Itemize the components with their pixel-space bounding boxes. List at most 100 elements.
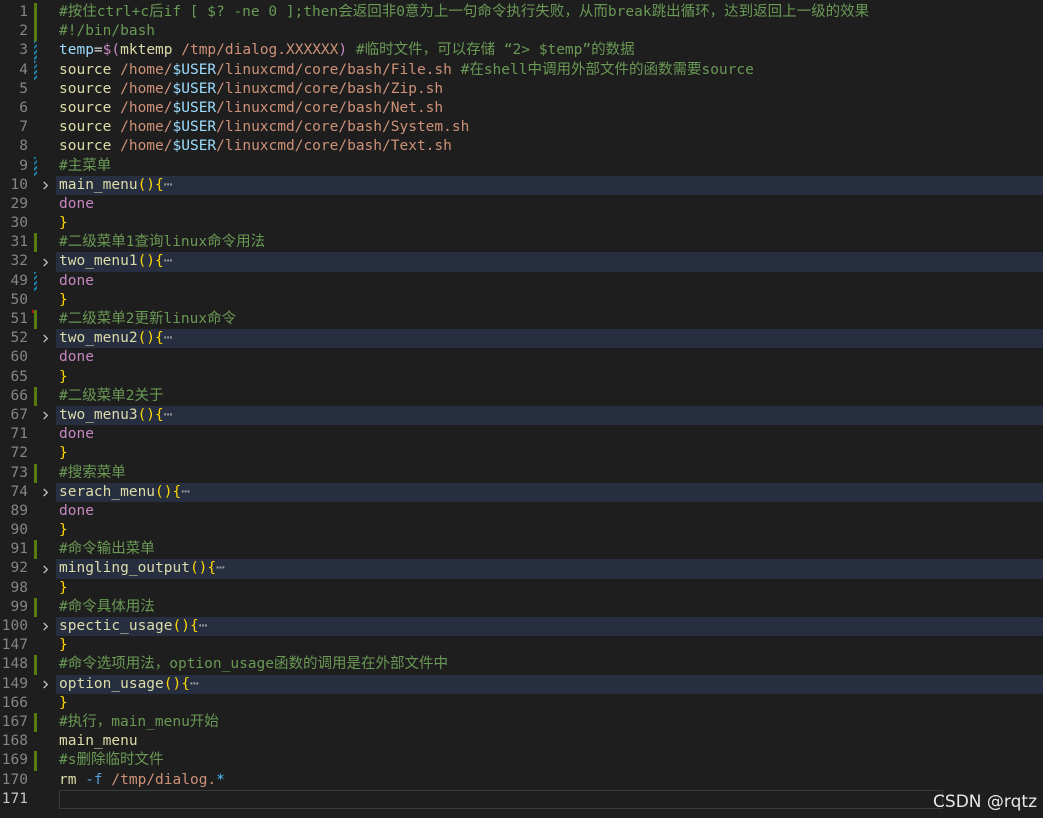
gutter-added-marker[interactable] <box>34 751 37 771</box>
line-number[interactable]: 168 <box>0 732 28 751</box>
line-number[interactable]: 52 <box>0 329 28 348</box>
folded-code-line[interactable]: 100 spectic_usage(){⋯ <box>0 617 1043 637</box>
code-line[interactable]: 170 rm -f /tmp/dialog.* <box>0 771 1043 790</box>
chevron-right-icon[interactable] <box>38 252 52 271</box>
code-text[interactable]: #执行，main_menu开始 <box>59 713 1043 732</box>
code-line[interactable]: 73 #搜索菜单 <box>0 463 1043 483</box>
line-number[interactable]: 92 <box>0 559 28 578</box>
line-number[interactable]: 89 <box>0 502 28 521</box>
line-number[interactable]: 170 <box>0 771 28 790</box>
code-text[interactable]: } <box>59 368 1043 387</box>
chevron-right-icon[interactable] <box>38 176 52 195</box>
gutter-added-marker[interactable] <box>34 540 37 560</box>
code-text[interactable]: } <box>59 636 1043 655</box>
line-number[interactable]: 29 <box>0 195 28 214</box>
line-number[interactable]: 148 <box>0 655 28 674</box>
line-number[interactable]: 30 <box>0 214 28 233</box>
line-number[interactable]: 9 <box>0 157 28 176</box>
line-number[interactable]: 73 <box>0 464 28 483</box>
folded-code-line[interactable]: 10 main_menu(){⋯ <box>0 175 1043 195</box>
line-number[interactable]: 171 <box>0 790 28 809</box>
chevron-right-icon[interactable] <box>38 559 52 578</box>
gutter-added-marker[interactable] <box>34 22 37 42</box>
code-line[interactable]: 90} <box>0 521 1043 540</box>
line-number[interactable]: 4 <box>0 61 28 80</box>
code-line[interactable]: 66 #二级菜单2关于 <box>0 386 1043 406</box>
code-line[interactable]: 147} <box>0 636 1043 655</box>
gutter-modified-marker[interactable] <box>34 156 37 176</box>
line-number[interactable]: 2 <box>0 22 28 41</box>
gutter-added-marker[interactable] <box>34 597 37 617</box>
gutter-modified-marker[interactable] <box>34 271 37 291</box>
code-line[interactable]: 171 <box>0 789 1043 809</box>
gutter-added-marker[interactable] <box>34 463 37 483</box>
code-text[interactable]: two_menu2(){⋯ <box>56 329 1043 349</box>
code-text[interactable]: two_menu3(){⋯ <box>56 405 1043 426</box>
code-line[interactable]: 166} <box>0 694 1043 713</box>
cursor-line-input[interactable] <box>59 789 943 809</box>
code-text[interactable]: done <box>59 425 1043 444</box>
code-line[interactable]: 167 #执行，main_menu开始 <box>0 712 1043 733</box>
line-number[interactable]: 169 <box>0 751 28 770</box>
line-number[interactable]: 99 <box>0 598 28 617</box>
line-number[interactable]: 149 <box>0 675 28 694</box>
code-line[interactable]: 8 source /home/$USER/linuxcmd/core/bash/T… <box>0 137 1043 156</box>
code-line[interactable]: 71 done <box>0 425 1043 444</box>
line-number[interactable]: 51 <box>0 310 28 329</box>
code-text[interactable]: two_menu1(){⋯ <box>56 252 1043 272</box>
code-text[interactable]: #二级菜单1查询linux命令用法 <box>59 233 1043 252</box>
code-line[interactable]: 51 #二级菜单2更新linux命令 <box>0 310 1043 330</box>
line-number[interactable]: 1 <box>0 3 28 22</box>
code-text[interactable]: done <box>59 195 1043 214</box>
line-number[interactable]: 100 <box>0 617 28 636</box>
gutter-added-marker[interactable] <box>34 3 37 23</box>
folded-ellipsis-icon[interactable]: ⋯ <box>181 484 190 500</box>
code-text[interactable]: } <box>59 521 1043 540</box>
code-editor[interactable]: 1 #按住ctrl+c后if [ $? -ne 0 ];then会返回非0意为上一… <box>0 0 1043 818</box>
code-line[interactable]: 65} <box>0 368 1043 387</box>
code-text[interactable]: #命令具体用法 <box>59 598 1043 617</box>
code-text[interactable]: } <box>59 579 1043 598</box>
code-text[interactable]: } <box>59 444 1043 463</box>
code-text[interactable]: #按住ctrl+c后if [ $? -ne 0 ];then会返回非0意为上一句… <box>59 3 1043 22</box>
code-line[interactable]: 99 #命令具体用法 <box>0 597 1043 617</box>
code-text[interactable]: } <box>59 214 1043 233</box>
line-number[interactable]: 60 <box>0 348 28 367</box>
folded-code-line[interactable]: 32 two_menu1(){⋯ <box>0 252 1043 272</box>
line-number[interactable]: 7 <box>0 118 28 137</box>
line-number[interactable]: 49 <box>0 272 28 291</box>
gutter-added-marker[interactable] <box>34 712 37 733</box>
code-line[interactable]: 1 #按住ctrl+c后if [ $? -ne 0 ];then会返回非0意为上一… <box>0 3 1043 23</box>
line-number[interactable]: 67 <box>0 406 28 425</box>
folded-ellipsis-icon[interactable]: ⋯ <box>164 177 173 193</box>
code-text[interactable]: serach_menu(){⋯ <box>56 482 1043 502</box>
code-text[interactable]: #命令输出菜单 <box>59 540 1043 559</box>
line-number[interactable]: 167 <box>0 713 28 732</box>
code-text[interactable]: #!/bin/bash <box>59 22 1043 41</box>
folded-code-line[interactable]: 92 mingling_output(){⋯ <box>0 559 1043 579</box>
code-text[interactable]: option_usage(){⋯ <box>56 674 1043 694</box>
line-number[interactable]: 74 <box>0 483 28 502</box>
code-line[interactable]: 98} <box>0 579 1043 598</box>
code-line[interactable]: 2 #!/bin/bash <box>0 22 1043 42</box>
chevron-right-icon[interactable] <box>38 406 52 425</box>
line-number[interactable]: 72 <box>0 444 28 463</box>
code-line[interactable]: 50} <box>0 291 1043 313</box>
code-line[interactable]: 30} <box>0 214 1043 233</box>
gutter-added-marker[interactable] <box>34 310 37 330</box>
code-line[interactable]: 60 done <box>0 348 1043 367</box>
line-number[interactable]: 66 <box>0 387 28 406</box>
code-text[interactable]: } <box>59 291 1043 310</box>
line-number[interactable]: 32 <box>0 252 28 271</box>
line-number[interactable]: 8 <box>0 137 28 156</box>
line-number[interactable]: 166 <box>0 694 28 713</box>
code-text[interactable]: mingling_output(){⋯ <box>56 559 1043 579</box>
code-text[interactable]: done <box>59 502 1043 521</box>
code-text[interactable]: #二级菜单2关于 <box>59 387 1043 406</box>
line-number[interactable]: 91 <box>0 540 28 559</box>
line-number[interactable]: 90 <box>0 521 28 540</box>
code-text[interactable]: source /home/$USER/linuxcmd/core/bash/Zi… <box>59 80 1043 99</box>
code-text[interactable]: #搜索菜单 <box>59 464 1043 483</box>
folded-code-line[interactable]: 67 two_menu3(){⋯ <box>0 405 1043 426</box>
code-line[interactable]: 168 main_menu <box>0 732 1043 751</box>
